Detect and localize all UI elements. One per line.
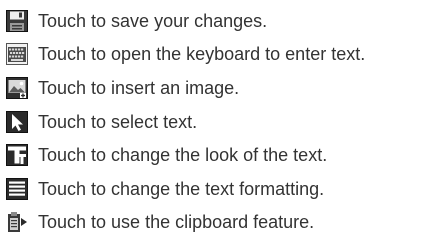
list-item: Touch to select text. xyxy=(6,105,426,139)
keyboard-icon xyxy=(6,43,28,66)
list-item-label: Touch to change the text formatting. xyxy=(38,178,325,199)
text-style-icon xyxy=(6,144,28,167)
save-icon xyxy=(6,9,28,32)
list-item-label: Touch to use the clipboard feature. xyxy=(38,212,315,233)
insert-image-icon xyxy=(6,76,28,99)
list-item: Touch to use the clipboard feature. xyxy=(6,206,426,240)
list-item-label: Touch to select text. xyxy=(38,111,198,132)
list-item-label: Touch to save your changes. xyxy=(38,10,268,31)
list-item-label: Touch to open the keyboard to enter text… xyxy=(38,44,366,65)
list-item-label: Touch to insert an image. xyxy=(38,77,240,98)
list-item-label: Touch to change the look of the text. xyxy=(38,145,328,166)
clipboard-icon xyxy=(6,211,28,234)
list-item: Touch to change the text formatting. xyxy=(6,172,426,206)
icon-legend-list: Touch to save your changes. Touch to ope… xyxy=(6,4,426,239)
list-item: Touch to open the keyboard to enter text… xyxy=(6,38,426,72)
list-item: Touch to save your changes. xyxy=(6,4,426,38)
text-formatting-icon xyxy=(6,177,28,200)
list-item: Touch to change the look of the text. xyxy=(6,138,426,172)
list-item: Touch to insert an image. xyxy=(6,71,426,105)
select-cursor-icon xyxy=(6,110,28,133)
